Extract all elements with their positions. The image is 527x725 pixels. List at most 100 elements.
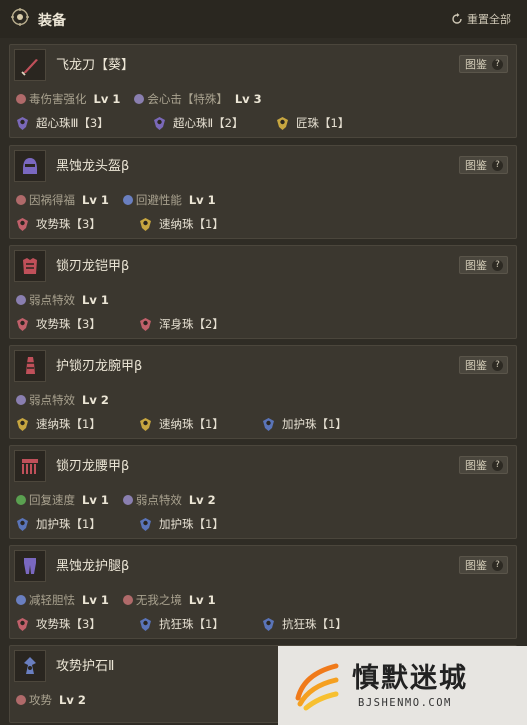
skill-icon xyxy=(16,195,26,205)
decoration-name: 速纳珠【1】 xyxy=(159,417,224,431)
equipment-slot-icon xyxy=(14,650,46,682)
decoration-slot[interactable]: 超心珠Ⅲ【3】 xyxy=(15,115,152,131)
decoration-name: 超心珠Ⅲ【3】 xyxy=(36,116,109,130)
decoration-name: 超心珠Ⅱ【2】 xyxy=(173,116,244,130)
decoration-slot[interactable]: 攻势珠【3】 xyxy=(15,216,138,232)
equipment-name: 锁刃龙腰甲β xyxy=(56,459,130,474)
decoration-list: 攻势珠【3】 浑身珠【2】 xyxy=(15,316,261,332)
equipment-slot-icon xyxy=(14,250,46,282)
skill-item: 攻势 Lv 2 xyxy=(16,692,86,708)
skill-name: 弱点特效 xyxy=(29,293,75,307)
decoration-gem-icon xyxy=(140,417,151,431)
equipment-name: 护锁刃龙腕甲β xyxy=(56,359,143,374)
reset-icon xyxy=(452,13,462,24)
skill-name: 会心击【特殊】 xyxy=(147,92,228,106)
decoration-gem-icon xyxy=(17,517,28,531)
decoration-name: 攻势珠【3】 xyxy=(36,617,101,631)
skill-level: Lv 2 xyxy=(188,493,216,507)
equipment-panel-arms[interactable]: 护锁刃龙腕甲β 图鉴? 弱点特效 Lv 2 速纳珠【1】 速纳珠【1】 加护珠【1… xyxy=(9,345,517,439)
reference-button[interactable]: 图鉴? xyxy=(459,556,508,574)
skill-icon xyxy=(16,395,26,405)
charm-icon xyxy=(24,657,36,674)
equipment-panel-weapon[interactable]: 飞龙刀【葵】 图鉴? 毒伤害强化 Lv 1 会心击【特殊】 Lv 3 超心珠Ⅲ【3】… xyxy=(9,44,517,138)
reference-button[interactable]: 图鉴? xyxy=(459,356,508,374)
skill-item: 弱点特效 Lv 1 xyxy=(16,292,109,308)
decoration-slot[interactable]: 攻势珠【3】 xyxy=(15,316,138,332)
reference-button[interactable]: 图鉴? xyxy=(459,456,508,474)
skill-name: 回复速度 xyxy=(29,493,75,507)
equipment-panel-waist[interactable]: 锁刃龙腰甲β 图鉴? 回复速度 Lv 1 弱点特效 Lv 2 加护珠【1】 加护珠【… xyxy=(9,445,517,539)
skill-item: 因祸得福 Lv 1 xyxy=(16,192,109,208)
weapon-sword-icon xyxy=(21,59,38,76)
decoration-slot[interactable]: 匠珠【1】 xyxy=(275,115,395,131)
decoration-slot[interactable]: 攻势珠【3】 xyxy=(15,616,138,632)
skill-level: Lv 1 xyxy=(82,593,109,607)
decoration-name: 抗狂珠【1】 xyxy=(282,617,347,631)
reference-label: 图鉴 xyxy=(465,259,487,272)
equipment-emblem-icon xyxy=(11,8,29,26)
decoration-slot[interactable]: 加护珠【1】 xyxy=(138,516,261,532)
decoration-slot[interactable]: 加护珠【1】 xyxy=(15,516,138,532)
chest-armor-icon xyxy=(23,258,37,274)
reference-button[interactable]: 图鉴? xyxy=(459,156,508,174)
decoration-gem-icon xyxy=(140,517,151,531)
reset-all-button[interactable]: 重置全部 xyxy=(451,11,511,27)
decoration-slot[interactable]: 速纳珠【1】 xyxy=(138,216,261,232)
equipment-name: 黑蚀龙护腿β xyxy=(56,559,130,574)
arm-guard-icon xyxy=(26,357,35,374)
equipment-panel-helm[interactable]: 黑蚀龙头盔β 图鉴? 因祸得福 Lv 1 回避性能 Lv 1 攻势珠【3】 速纳珠【… xyxy=(9,145,517,239)
skill-level: Lv 1 xyxy=(82,293,109,307)
skill-item: 会心击【特殊】 Lv 3 xyxy=(134,91,262,107)
help-icon: ? xyxy=(492,58,503,70)
decoration-gem-icon xyxy=(263,417,274,431)
decoration-gem-icon xyxy=(17,417,28,431)
skill-icon xyxy=(122,595,133,605)
decoration-gem-icon xyxy=(17,116,28,130)
decoration-slot[interactable]: 加护珠【1】 xyxy=(261,416,381,432)
skill-level: Lv 1 xyxy=(82,493,109,507)
skill-level: Lv 2 xyxy=(59,693,86,707)
skill-icon xyxy=(16,295,26,305)
equipment-panel-legs[interactable]: 黑蚀龙护腿β 图鉴? 减轻胆怯 Lv 1 无我之境 Lv 1 攻势珠【3】 抗狂珠【… xyxy=(9,545,517,639)
help-icon: ? xyxy=(492,359,503,371)
skill-icon xyxy=(16,94,26,104)
decoration-name: 抗狂珠【1】 xyxy=(159,617,224,631)
decoration-slot[interactable]: 速纳珠【1】 xyxy=(15,416,138,432)
skill-item: 弱点特效 Lv 2 xyxy=(122,492,216,508)
skill-name: 因祸得福 xyxy=(29,193,75,207)
decoration-gem-icon xyxy=(17,317,28,331)
decoration-list: 加护珠【1】 加护珠【1】 xyxy=(15,516,261,532)
skill-item: 弱点特效 Lv 2 xyxy=(16,392,109,408)
decoration-list: 攻势珠【3】 抗狂珠【1】 抗狂珠【1】 xyxy=(15,616,381,632)
decoration-list: 超心珠Ⅲ【3】 超心珠Ⅱ【2】 匠珠【1】 xyxy=(15,115,395,131)
skill-list: 毒伤害强化 Lv 1 会心击【特殊】 Lv 3 xyxy=(16,91,262,107)
equipment-slot-icon xyxy=(14,49,46,81)
equipment-panel-chest[interactable]: 锁刃龙铠甲β 图鉴? 弱点特效 Lv 1 攻势珠【3】 浑身珠【2】 xyxy=(9,245,517,339)
help-icon: ? xyxy=(492,159,503,171)
decoration-slot[interactable]: 抗狂珠【1】 xyxy=(261,616,381,632)
equipment-name: 锁刃龙铠甲β xyxy=(56,259,130,274)
decoration-name: 攻势珠【3】 xyxy=(36,217,101,231)
watermark: 慎默迷城 BJSHENMO.COM xyxy=(278,646,527,725)
watermark-url: BJSHENMO.COM xyxy=(358,697,452,709)
skill-list: 弱点特效 Lv 1 xyxy=(16,292,109,308)
skill-icon xyxy=(122,495,133,505)
decoration-slot[interactable]: 浑身珠【2】 xyxy=(138,316,261,332)
skill-item: 无我之境 Lv 1 xyxy=(122,592,216,608)
decoration-list: 速纳珠【1】 速纳珠【1】 加护珠【1】 xyxy=(15,416,381,432)
decoration-name: 加护珠【1】 xyxy=(36,517,101,531)
skill-icon xyxy=(122,195,133,205)
decoration-slot[interactable]: 抗狂珠【1】 xyxy=(138,616,261,632)
skill-list: 因祸得福 Lv 1 回避性能 Lv 1 xyxy=(16,192,216,208)
skill-level: Lv 2 xyxy=(82,393,109,407)
reference-label: 图鉴 xyxy=(465,58,487,71)
decoration-slot[interactable]: 超心珠Ⅱ【2】 xyxy=(152,115,275,131)
skill-item: 回复速度 Lv 1 xyxy=(16,492,109,508)
reference-button[interactable]: 图鉴? xyxy=(459,55,508,73)
reference-button[interactable]: 图鉴? xyxy=(459,256,508,274)
decoration-slot[interactable]: 速纳珠【1】 xyxy=(138,416,261,432)
watermark-logo-icon xyxy=(295,663,339,711)
equipment-name: 黑蚀龙头盔β xyxy=(56,159,130,174)
skill-name: 弱点特效 xyxy=(29,393,75,407)
decoration-name: 速纳珠【1】 xyxy=(36,417,101,431)
